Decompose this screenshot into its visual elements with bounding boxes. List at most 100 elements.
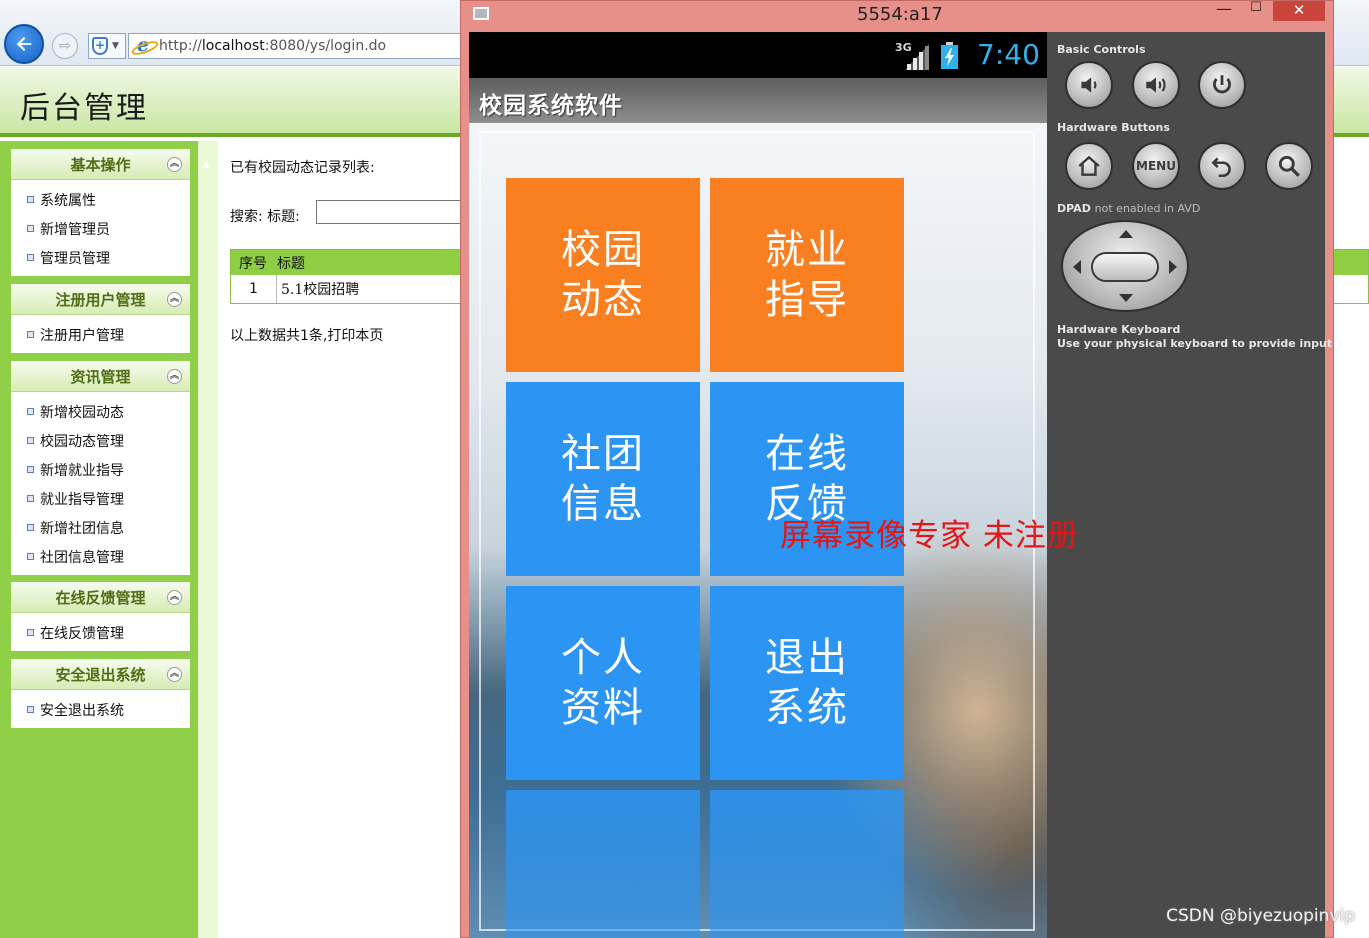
menu-label: MENU xyxy=(1136,159,1176,173)
close-button[interactable]: ✕ xyxy=(1273,1,1325,21)
sidebar-item-user-manage[interactable]: 注册用户管理 xyxy=(11,320,190,349)
signal-icon: 3G xyxy=(895,41,929,70)
record-count-footer[interactable]: 以上数据共1条,打印本页 xyxy=(230,325,383,345)
collapse-icon[interactable]: ︽ xyxy=(167,590,182,605)
tile-label: 社团 xyxy=(561,431,645,477)
close-icon: ✕ xyxy=(1292,1,1306,19)
tile-career-guidance[interactable]: 就业 指导 xyxy=(710,178,904,372)
status-time: 7:40 xyxy=(977,38,1040,71)
collapse-icon[interactable]: ︽ xyxy=(167,369,182,384)
bullet-icon xyxy=(27,254,34,261)
search-label: 搜索: 标题: xyxy=(230,209,300,225)
sidebar-item-career-manage[interactable]: 就业指导管理 xyxy=(11,484,190,513)
dpad-up-icon[interactable] xyxy=(1119,230,1133,238)
collapse-icon[interactable]: ︽ xyxy=(167,157,182,172)
status-bar: 3G 7:40 xyxy=(469,32,1047,78)
dpad-center-button[interactable] xyxy=(1091,252,1159,282)
tile-label: 退出 xyxy=(765,635,849,681)
menu-group-header[interactable]: 在线反馈管理 ︽ xyxy=(11,582,190,613)
home-button[interactable] xyxy=(1065,142,1113,190)
tile-label: 动态 xyxy=(561,277,645,323)
csdn-watermark: CSDN @biyezuopinvip xyxy=(1166,906,1355,926)
back-button[interactable] xyxy=(4,24,44,64)
menu-group-header[interactable]: 资讯管理 ︽ xyxy=(11,361,190,392)
page-security-button[interactable]: + ▼ xyxy=(88,33,126,59)
bullet-icon xyxy=(27,524,34,531)
cell-no: 1 xyxy=(231,275,277,303)
sidebar-item-admin-manage[interactable]: 管理员管理 xyxy=(11,243,190,272)
dpad-down-icon[interactable] xyxy=(1119,294,1133,302)
bullet-icon xyxy=(27,331,34,338)
menu-button[interactable]: MENU xyxy=(1132,142,1180,190)
back-arrow-icon xyxy=(1211,157,1231,178)
volume-up-icon xyxy=(1146,77,1166,93)
list-title: 已有校园动态记录列表: xyxy=(230,160,375,176)
hardware-keyboard-note: Use your physical keyboard to provide in… xyxy=(1057,337,1333,350)
hardware-keyboard-label: Hardware Keyboard xyxy=(1057,323,1181,336)
minimize-button[interactable]: — xyxy=(1211,1,1237,21)
tile-label: 信息 xyxy=(561,481,645,527)
sidebar-item-add-campus-news[interactable]: 新增校园动态 xyxy=(11,397,190,426)
arrow-right-icon: ⇨ xyxy=(59,38,71,54)
tile-exit-system[interactable]: 退出 系统 xyxy=(710,586,904,780)
bullet-icon xyxy=(27,437,34,444)
menu-group-header[interactable]: 注册用户管理 ︽ xyxy=(11,284,190,315)
volume-down-icon xyxy=(1081,77,1097,93)
sidebar-item-add-career[interactable]: 新增就业指导 xyxy=(11,455,190,484)
tile-empty xyxy=(710,790,904,938)
dpad-left-icon[interactable] xyxy=(1073,260,1081,274)
bullet-icon xyxy=(27,629,34,636)
sidebar-item-add-club[interactable]: 新增社团信息 xyxy=(11,513,190,542)
chevron-down-icon: ▼ xyxy=(112,41,119,51)
menu-group-feedback: 在线反馈管理 ︽ 在线反馈管理 xyxy=(11,582,190,651)
volume-up-button[interactable] xyxy=(1132,61,1180,109)
app-title: 校园系统软件 xyxy=(479,93,623,119)
cell-title[interactable]: 5.1校园招聘 xyxy=(277,279,359,299)
tile-campus-news[interactable]: 校园 动态 xyxy=(506,178,700,372)
chevron-up-icon: ▲ xyxy=(202,159,210,170)
sidebar-toggle-strip[interactable]: ▲ xyxy=(198,141,218,938)
sidebar-item-campus-news-manage[interactable]: 校园动态管理 xyxy=(11,426,190,455)
bullet-icon xyxy=(27,495,34,502)
address-bar[interactable]: e http://localhost:8080/ys/login.do xyxy=(128,33,468,59)
column-header-title: 标题 xyxy=(277,255,305,272)
dpad-control[interactable] xyxy=(1061,220,1189,312)
sidebar-item-system-properties[interactable]: 系统属性 xyxy=(11,185,190,214)
emulator-titlebar[interactable]: 5554:a17 — ☐ ✕ xyxy=(461,1,1335,31)
tile-empty xyxy=(506,790,700,938)
maximize-button[interactable]: ☐ xyxy=(1243,1,1269,21)
power-button[interactable] xyxy=(1198,61,1246,109)
menu-group-header[interactable]: 安全退出系统 ︽ xyxy=(11,659,190,690)
admin-title: 后台管理 xyxy=(20,91,148,126)
app-titlebar: 校园系统软件 xyxy=(469,78,1047,123)
search-title-input[interactable] xyxy=(316,200,476,224)
column-header-no: 序号 xyxy=(239,255,267,272)
emulator-controls-panel: Basic Controls Hardware Buttons MENU DPA… xyxy=(1047,32,1332,938)
tile-label: 指导 xyxy=(765,277,849,323)
tile-profile[interactable]: 个人 资料 xyxy=(506,586,700,780)
recorder-watermark: 屏幕录像专家 未注册 xyxy=(780,518,1079,554)
phone-screen: 3G 7:40 校园系统软件 校园 动态 就业 指导 社团 信息 在线 反馈 个… xyxy=(469,32,1047,938)
emulator-window: 5554:a17 — ☐ ✕ 3G 7:40 校园系统软件 校园 动态 就业 指… xyxy=(460,0,1334,938)
collapse-icon[interactable]: ︽ xyxy=(167,292,182,307)
menu-group-basic: 基本操作 ︽ 系统属性 新增管理员 管理员管理 xyxy=(11,149,190,276)
sidebar-item-logout[interactable]: 安全退出系统 xyxy=(11,695,190,724)
sidebar-item-club-manage[interactable]: 社团信息管理 xyxy=(11,542,190,571)
tile-label: 系统 xyxy=(765,685,849,731)
search-button[interactable] xyxy=(1265,142,1313,190)
home-icon xyxy=(1078,155,1100,176)
shield-plus-icon: + xyxy=(92,37,108,55)
forward-button[interactable]: ⇨ xyxy=(52,33,78,59)
dpad-right-icon[interactable] xyxy=(1169,260,1177,274)
volume-down-button[interactable] xyxy=(1065,61,1113,109)
menu-group-users: 注册用户管理 ︽ 注册用户管理 xyxy=(11,284,190,353)
collapse-icon[interactable]: ︽ xyxy=(167,667,182,682)
dpad-label: DPAD not enabled in AVD xyxy=(1057,202,1201,215)
sidebar-item-add-admin[interactable]: 新增管理员 xyxy=(11,214,190,243)
sidebar-item-feedback-manage[interactable]: 在线反馈管理 xyxy=(11,618,190,647)
menu-group-header[interactable]: 基本操作 ︽ xyxy=(11,149,190,180)
power-icon xyxy=(1213,75,1231,94)
tile-club-info[interactable]: 社团 信息 xyxy=(506,382,700,576)
back-hardware-button[interactable] xyxy=(1198,142,1246,190)
emulator-window-title: 5554:a17 xyxy=(857,4,943,25)
